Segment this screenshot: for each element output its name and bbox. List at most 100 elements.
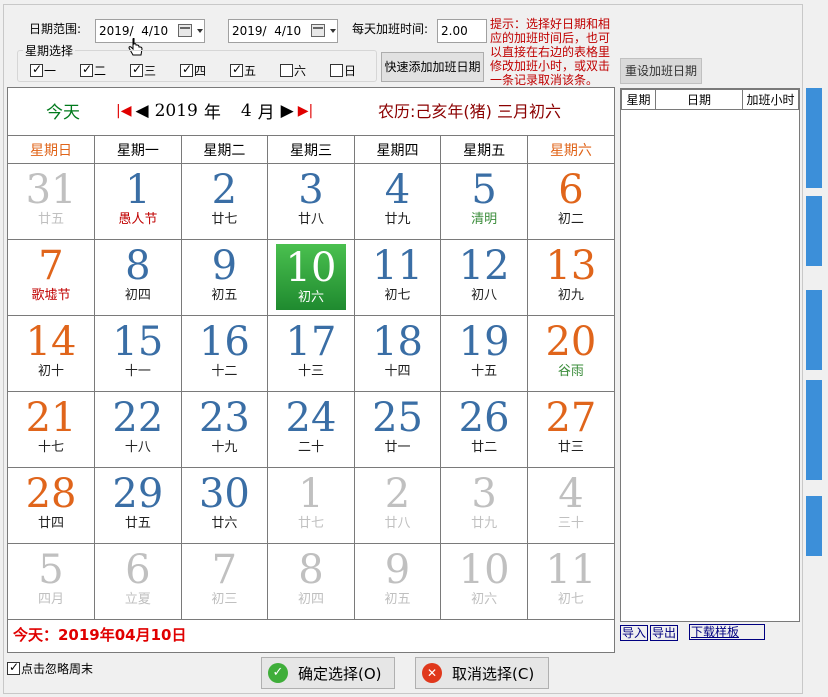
lunar-day: 十八 (124, 440, 151, 455)
day-number: 22 (112, 395, 164, 441)
calendar-day-cell[interactable]: 1 廿七 (267, 467, 355, 544)
year-value: 2019 (154, 100, 198, 121)
calendar-day-cell[interactable]: 2 廿八 (353, 467, 442, 544)
calendar-day-cell[interactable]: 19 十五 (440, 315, 528, 392)
ignore-weekend-checkbox[interactable]: 点击忽略周末 (7, 660, 93, 677)
import-link[interactable]: 导入 (620, 625, 649, 641)
calendar-day-cell[interactable]: 12 初八 (440, 239, 528, 316)
calendar-day-cell[interactable]: 8 初四 (94, 239, 182, 316)
calendar-day-cell[interactable]: 30 廿六 (180, 467, 269, 544)
overtime-table[interactable]: 星期 日期 加班小时 (620, 88, 800, 622)
lunar-day: 廿八 (297, 212, 324, 227)
checkbox-box (7, 660, 20, 675)
calendar-day-cell[interactable]: 6 初二 (526, 163, 614, 240)
last-month-icon[interactable]: ▶| (298, 103, 313, 119)
calendar-day-cell[interactable]: 3 廿九 (440, 467, 528, 544)
calendar-day-cell[interactable]: 10 初六 (267, 239, 355, 316)
calendar-day-cell[interactable]: 31 廿五 (8, 163, 96, 240)
today-button[interactable]: 今天 (46, 98, 80, 123)
checkbox-mon[interactable]: 一 (30, 62, 56, 79)
calendar-week-row: 21 十七 22 十八 23 十九 24 二十 25 廿一 26 廿二 27 廿三 (8, 391, 614, 468)
calendar-day-cell[interactable]: 5 四月 (8, 543, 96, 620)
export-link[interactable]: 导出 (650, 625, 679, 641)
download-template-link[interactable]: 下载样板 (689, 624, 765, 640)
checkbox-sat[interactable]: 六 (280, 62, 306, 79)
calendar-day-cell[interactable]: 5 清明 (440, 163, 528, 240)
calendar-day-cell[interactable]: 11 初七 (353, 239, 442, 316)
calendar-day-cell[interactable]: 29 廿五 (94, 467, 182, 544)
calendar-day-cell[interactable]: 2 廿七 (180, 163, 269, 240)
calendar-day-cell[interactable]: 7 初三 (180, 543, 269, 620)
calendar-day-cell[interactable]: 7 歌墟节 (8, 239, 96, 316)
day-number: 28 (25, 471, 77, 517)
checkbox-box (130, 62, 143, 77)
end-date-picker[interactable]: 2019/ 4/10 (228, 19, 338, 43)
day-number: 2 (211, 167, 238, 213)
cancel-button[interactable]: ✕ 取消选择(C) (415, 657, 549, 689)
calendar-day-cell[interactable]: 25 廿一 (353, 391, 442, 468)
calendar-day-cell[interactable]: 10 初六 (440, 543, 528, 620)
calendar-day-cell[interactable]: 1 愚人节 (94, 163, 182, 240)
lunar-day: 初八 (471, 288, 498, 303)
calendar-day-cell[interactable]: 9 初五 (353, 543, 442, 620)
calendar-day-cell[interactable]: 27 廿三 (526, 391, 614, 468)
calendar-day-cell[interactable]: 15 十一 (94, 315, 182, 392)
calendar-day-cell[interactable]: 18 十四 (353, 315, 442, 392)
day-number: 11 (372, 243, 423, 289)
calendar-day-cell[interactable]: 24 二十 (267, 391, 355, 468)
calendar-day-cell[interactable]: 8 初四 (267, 543, 355, 620)
quick-add-overtime-button[interactable]: 快速添加加班日期 (381, 52, 484, 82)
next-month-icon[interactable]: ▶ (281, 101, 294, 121)
lunar-day: 十九 (211, 440, 238, 455)
checkbox-sun[interactable]: 日 (330, 62, 356, 79)
daily-overtime-input[interactable]: 2.00 (437, 19, 487, 43)
checkbox-tue[interactable]: 二 (80, 62, 106, 79)
day-number: 2 (384, 471, 411, 517)
calendar-grid: 星期日 星期一 星期二 星期三 星期四 星期五 星期六 31 廿五 1 愚人节 2 廿七 3… (8, 135, 614, 620)
day-number: 20 (545, 319, 597, 365)
confirm-button[interactable]: ✓ 确定选择(O) (261, 657, 395, 689)
reset-overtime-button[interactable]: 重设加班日期 (620, 58, 702, 84)
checkbox-thu[interactable]: 四 (180, 62, 206, 79)
calendar-day-cell[interactable]: 9 初五 (180, 239, 269, 316)
day-number: 30 (198, 471, 250, 517)
calendar-week-row: 7 歌墟节 8 初四 9 初五 10 初六 11 初七 12 初八 13 初九 (8, 239, 614, 316)
day-number: 24 (285, 395, 337, 441)
calendar-day-cell[interactable]: 11 初七 (526, 543, 614, 620)
calendar-day-cell[interactable]: 3 廿八 (267, 163, 355, 240)
calendar-day-cell[interactable]: 17 十三 (267, 315, 355, 392)
day-number: 8 (298, 547, 324, 593)
background-window-strip (806, 290, 822, 370)
calendar-day-cell[interactable]: 28 廿四 (8, 467, 96, 544)
checkbox-wed[interactable]: 三 (130, 62, 156, 79)
calendar-day-cell[interactable]: 16 十二 (180, 315, 269, 392)
lunar-day: 廿五 (124, 516, 151, 531)
calendar-day-cell[interactable]: 21 十七 (8, 391, 96, 468)
calendar-day-cell[interactable]: 6 立夏 (94, 543, 182, 620)
year-unit: 年 (203, 103, 221, 123)
calendar-day-cell[interactable]: 26 廿二 (440, 391, 528, 468)
lunar-day: 廿五 (38, 212, 65, 227)
checkbox-fri[interactable]: 五 (230, 62, 256, 79)
prev-month-icon[interactable]: ◀ (135, 101, 148, 121)
column-header: 星期 (621, 89, 656, 110)
weekday-header: 星期五 (440, 135, 528, 164)
first-month-icon[interactable]: |◀ (116, 103, 131, 119)
calendar-day-cell[interactable]: 23 十九 (180, 391, 269, 468)
calendar-day-cell[interactable]: 4 廿九 (353, 163, 442, 240)
calendar-day-cell[interactable]: 4 三十 (526, 467, 614, 544)
hint-text: 提示：选择好日期和相应的加班时间后，也可以直接在右边的表格里修改加班小时，或双击… (490, 17, 611, 87)
lunar-day: 初十 (38, 364, 65, 379)
calendar-day-cell[interactable]: 20 谷雨 (526, 315, 614, 392)
start-date-picker[interactable]: 2019/ 4/10 (95, 19, 205, 43)
calendar-body: 31 廿五 1 愚人节 2 廿七 3 廿八 4 廿九 5 清明 6 初二 7 歌墟节 8 初四 9 初五 10 初六 11 初… (8, 163, 614, 620)
day-number: 4 (384, 167, 411, 213)
day-number: 19 (458, 319, 510, 365)
calendar-day-cell[interactable]: 13 初九 (526, 239, 614, 316)
calendar-day-cell[interactable]: 14 初十 (8, 315, 96, 392)
calendar-week-row: 28 廿四 29 廿五 30 廿六 1 廿七 2 廿八 3 廿九 4 三十 (8, 467, 614, 544)
calendar-day-cell[interactable]: 22 十八 (94, 391, 182, 468)
weekday-header: 星期日 (8, 135, 96, 164)
calendar-week-row: 14 初十 15 十一 16 十二 17 十三 18 十四 19 十五 20 谷雨 (8, 315, 614, 392)
lunar-day: 廿二 (471, 440, 498, 455)
